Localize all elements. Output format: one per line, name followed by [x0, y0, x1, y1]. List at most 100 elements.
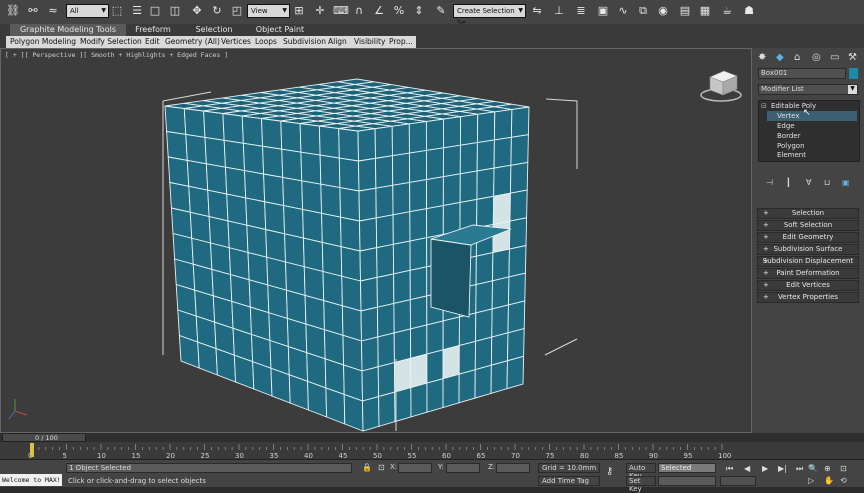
mesh-face[interactable]: [224, 166, 247, 199]
mesh-face[interactable]: [409, 266, 428, 301]
add-time-tag-button[interactable]: Add Time Tag: [538, 476, 600, 486]
render-setup-icon[interactable]: ▤: [678, 4, 692, 18]
mesh-face[interactable]: [491, 304, 509, 338]
modify-tab-icon[interactable]: ◆: [776, 52, 784, 63]
configure-sets-icon[interactable]: ▣: [842, 178, 850, 187]
mesh-face[interactable]: [426, 176, 444, 210]
mesh-face[interactable]: [377, 332, 395, 368]
bind-spacewarp-icon[interactable]: ≈: [46, 4, 60, 18]
mesh-face[interactable]: [164, 105, 187, 135]
mesh-face[interactable]: [393, 299, 411, 334]
object-color-swatch[interactable]: [849, 68, 858, 79]
mesh-face[interactable]: [204, 136, 226, 168]
select-object-icon[interactable]: ⬚: [110, 4, 124, 18]
mesh-face[interactable]: [458, 312, 477, 347]
mesh-face[interactable]: [377, 361, 396, 398]
mesh-face[interactable]: [493, 164, 512, 197]
expand-icon[interactable]: ⊟: [761, 102, 767, 110]
mesh-face[interactable]: [263, 173, 285, 207]
mesh-face[interactable]: [426, 349, 444, 384]
mesh-face[interactable]: [475, 308, 493, 342]
mesh-face[interactable]: [301, 180, 323, 214]
mesh-extrusion[interactable]: [430, 238, 472, 318]
mesh-face[interactable]: [392, 152, 411, 186]
mesh-face[interactable]: [322, 270, 343, 307]
edit-named-selection-icon[interactable]: ✎: [434, 4, 448, 18]
mesh-face[interactable]: [508, 217, 528, 250]
motion-tab-icon[interactable]: ◎: [812, 52, 821, 63]
render-production-icon[interactable]: ☕: [720, 4, 734, 18]
keyboard-shortcut-icon[interactable]: ⌨: [333, 4, 349, 18]
mesh-face[interactable]: [205, 163, 228, 195]
perspective-viewport[interactable]: [ + ][ Perspective ][ Smooth + Highlight…: [0, 48, 752, 433]
mesh-face[interactable]: [425, 118, 444, 152]
mesh-face[interactable]: [223, 139, 245, 172]
mesh-face[interactable]: [426, 320, 444, 355]
mesh-face[interactable]: [391, 123, 410, 157]
mesh-face[interactable]: [426, 205, 444, 239]
rectangular-selection-icon[interactable]: □: [148, 4, 162, 18]
go-to-start-icon[interactable]: ⏮: [726, 464, 733, 474]
mesh-face[interactable]: [458, 369, 476, 404]
mesh-face[interactable]: [167, 156, 190, 187]
mesh-face[interactable]: [378, 391, 396, 427]
ribbon-item-loops[interactable]: Loops: [255, 36, 277, 48]
mesh-face[interactable]: [222, 112, 244, 144]
ribbon-item-vertices[interactable]: Vertices: [221, 36, 251, 48]
mesh-face[interactable]: [169, 181, 191, 213]
mesh-face[interactable]: [459, 142, 478, 175]
mesh-face[interactable]: [509, 161, 529, 194]
mesh-face[interactable]: [442, 144, 461, 178]
move-icon[interactable]: ✥: [190, 4, 204, 18]
mesh-face[interactable]: [244, 170, 266, 203]
percent-snap-icon[interactable]: %: [392, 4, 406, 18]
mesh-face[interactable]: [321, 212, 342, 248]
field-of-view-icon[interactable]: ▷: [808, 476, 814, 485]
rollout-paint-deformation[interactable]: + Paint Deformation: [757, 268, 859, 279]
mesh-face[interactable]: [475, 252, 494, 286]
ribbon-item-align[interactable]: Align: [328, 36, 347, 48]
mesh-face[interactable]: [325, 387, 346, 425]
mesh-face[interactable]: [410, 382, 428, 418]
auto-key-button[interactable]: Auto Key: [626, 463, 656, 480]
mesh-face[interactable]: [392, 240, 411, 275]
mesh-face[interactable]: [491, 276, 510, 310]
mesh-face[interactable]: [476, 167, 495, 200]
mesh-face[interactable]: [376, 243, 395, 279]
current-frame-field[interactable]: [720, 476, 756, 486]
mesh-face[interactable]: [261, 117, 283, 150]
mesh-face[interactable]: [409, 295, 428, 330]
mesh-face[interactable]: [409, 237, 428, 271]
mesh-face[interactable]: [442, 201, 461, 235]
mesh-face[interactable]: [474, 364, 492, 399]
mesh-face[interactable]: [284, 233, 305, 268]
utilities-tab-icon[interactable]: ⚒: [848, 52, 857, 63]
mesh-face[interactable]: [375, 155, 394, 189]
mesh-face[interactable]: [394, 386, 412, 423]
render-iterative-icon[interactable]: ☗: [742, 4, 756, 18]
mesh-face[interactable]: [474, 336, 493, 371]
mesh-face[interactable]: [490, 360, 508, 395]
previous-frame-icon[interactable]: ◀: [744, 464, 750, 473]
mesh-face[interactable]: [319, 154, 341, 189]
mesh-face[interactable]: [374, 125, 393, 159]
mesh-face[interactable]: [393, 269, 411, 305]
mesh-face[interactable]: [442, 173, 461, 207]
mesh-face[interactable]: [409, 208, 428, 242]
mesh-face[interactable]: [459, 113, 479, 146]
maxscript-listener[interactable]: Welcome to MAX!: [0, 474, 62, 486]
align-icon[interactable]: ⊥: [552, 4, 566, 18]
stack-item-edge[interactable]: Edge: [777, 122, 795, 130]
mesh-face[interactable]: [203, 110, 225, 141]
pan-view-icon[interactable]: ✋: [824, 476, 834, 485]
mesh-hole[interactable]: [492, 192, 511, 225]
tab-freeform[interactable]: Freeform: [130, 24, 176, 36]
mesh-face[interactable]: [299, 122, 321, 156]
modifier-list-select[interactable]: Modifier List ▼: [758, 84, 858, 95]
mesh-face[interactable]: [510, 106, 530, 138]
ribbon-item-polygon-modeling[interactable]: Polygon Modeling: [10, 36, 76, 48]
mesh-face[interactable]: [442, 373, 460, 409]
mesh-face[interactable]: [280, 120, 302, 153]
mesh-face[interactable]: [507, 300, 526, 334]
mesh-face[interactable]: [265, 228, 286, 263]
